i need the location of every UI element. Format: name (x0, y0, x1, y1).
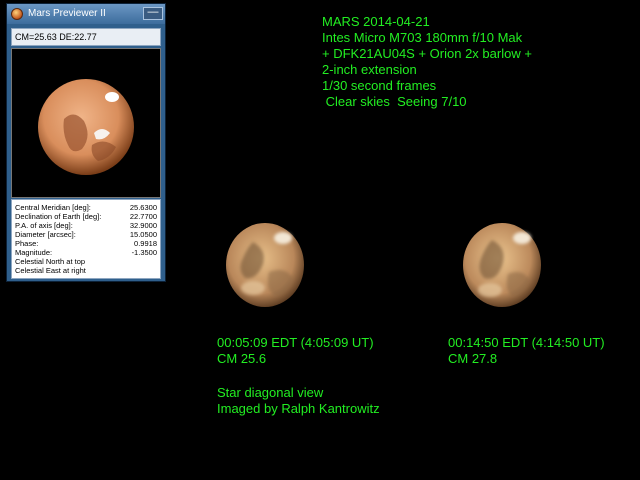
caption-1-time: 00:05:09 EDT (4:05:09 UT) (217, 335, 374, 350)
notes-line-title: MARS 2014-04-21 (322, 14, 430, 29)
caption-2-cm: CM 27.8 (448, 351, 498, 366)
notes-line-telescope: Intes Micro M703 180mm f/10 Mak (322, 30, 523, 45)
mars-app-icon (11, 8, 23, 20)
minimize-button[interactable]: — (143, 7, 163, 20)
info-row-central-meridian: Central Meridian [deg]: 25.6300 (15, 203, 157, 212)
mars-image-2 (463, 223, 541, 307)
info-row-phase: Phase: 0.9918 (15, 239, 157, 248)
planet-preview (11, 48, 161, 198)
planet-info-panel: Central Meridian [deg]: 25.6300 Declinati… (11, 199, 161, 279)
observation-notes: MARS 2014-04-21 Intes Micro M703 180mm f… (322, 14, 532, 110)
info-row-diameter: Diameter [arcsec]: 15.0500 (15, 230, 157, 239)
notes-line-frames: 1/30 second frames (322, 78, 437, 93)
preview-mars-globe (38, 79, 134, 175)
caption-2-time: 00:14:50 EDT (4:14:50 UT) (448, 335, 605, 350)
view-note: Star diagonal view (217, 385, 324, 400)
info-row-declination: Declination of Earth [deg]: 22.7700 (15, 212, 157, 221)
notes-line-conditions: Clear skies Seeing 7/10 (322, 94, 467, 109)
imager-credit: Imaged by Ralph Kantrowitz (217, 401, 380, 416)
info-note-east: Celestial East at right (15, 266, 86, 275)
info-row-pa-axis: P.A. of axis [deg]: 32.9000 (15, 221, 157, 230)
mars-previewer-window: Mars Previewer II — CM=25.63 DE:22.77 Ce… (6, 3, 166, 282)
info-note-north: Celestial North at top (15, 257, 86, 266)
window-title: Mars Previewer II (28, 8, 106, 19)
caption-image-1: 00:05:09 EDT (4:05:09 UT) CM 25.6 (217, 335, 374, 367)
mars-image-1 (226, 223, 304, 307)
caption-1-cm: CM 25.6 (217, 351, 267, 366)
notes-line-extension: 2-inch extension (322, 62, 417, 77)
caption-image-2: 00:14:50 EDT (4:14:50 UT) CM 27.8 (448, 335, 605, 367)
notes-line-camera: + DFK21AU04S + Orion 2x barlow + (322, 46, 532, 61)
info-row-magnitude: Magnitude: -1.3500 (15, 248, 157, 257)
image-credits: Star diagonal view Imaged by Ralph Kantr… (217, 385, 380, 417)
window-titlebar[interactable]: Mars Previewer II — (7, 4, 165, 24)
coordinates-readout: CM=25.63 DE:22.77 (11, 28, 161, 46)
